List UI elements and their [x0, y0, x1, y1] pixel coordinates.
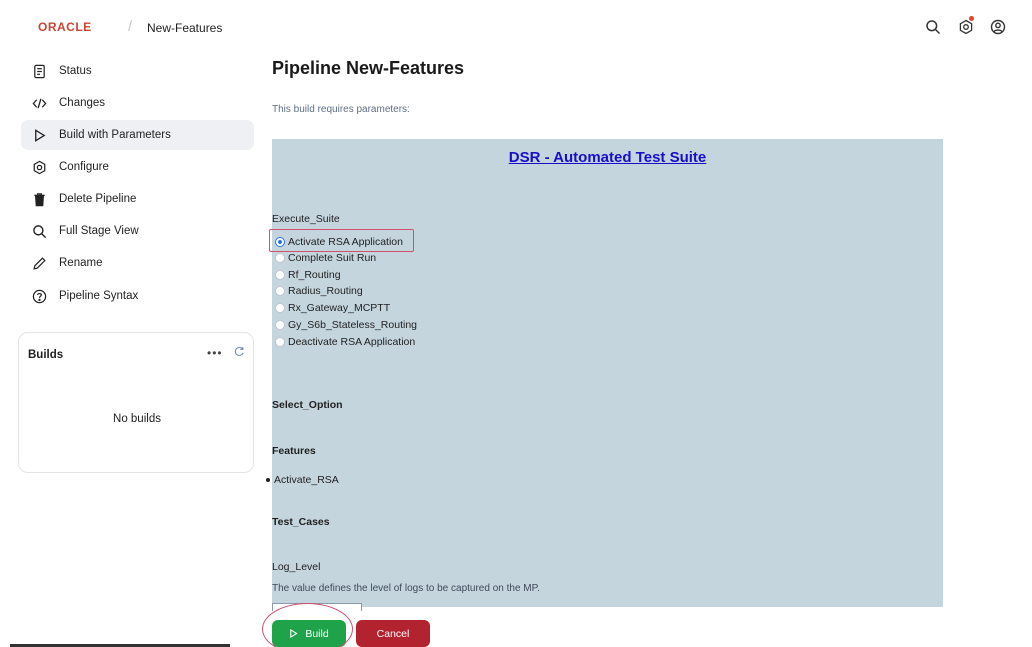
pencil-icon [31, 255, 47, 271]
sidebar-item-status[interactable]: Status [21, 56, 254, 86]
trash-icon [31, 191, 47, 207]
sidebar-item-label: Rename [59, 257, 103, 269]
annotation-highlight-box [269, 229, 414, 252]
radio-label: Gy_S6b_Stateless_Routing [288, 318, 417, 331]
play-icon [31, 127, 47, 143]
breadcrumb-separator: / [128, 18, 133, 35]
radio-button[interactable] [275, 285, 285, 296]
sidebar-item-changes[interactable]: Changes [21, 88, 254, 118]
radio-button[interactable] [275, 252, 285, 263]
sidebar-item-label: Status [59, 65, 92, 77]
log-level-label: Log_Level [272, 561, 321, 573]
sidebar-item-full-stage-view[interactable]: Full Stage View [21, 216, 254, 246]
parameters-panel: DSR - Automated Test Suite Execute_Suite… [266, 139, 943, 611]
settings-icon[interactable] [957, 16, 975, 36]
no-builds-message: No builds [113, 413, 161, 425]
radio-label: Radius_Routing [288, 284, 363, 297]
oracle-logo[interactable]: ORACLE [38, 20, 92, 34]
more-options-icon[interactable]: ••• [207, 346, 223, 360]
radio-option-complete-suit-run[interactable]: Complete Suit Run [275, 251, 376, 264]
requires-parameters-text: This build requires parameters: [272, 104, 410, 115]
radio-option-gy-s6b-stateless-routing[interactable]: Gy_S6b_Stateless_Routing [275, 318, 417, 331]
sidebar-item-configure[interactable]: Configure [21, 152, 254, 182]
annotation-circle [262, 603, 353, 647]
select-option-label: Select_Option [272, 399, 343, 411]
radio-button[interactable] [275, 269, 285, 280]
radio-option-rf-routing[interactable]: Rf_Routing [275, 268, 341, 281]
sidebar-item-label: Build with Parameters [59, 129, 171, 141]
builds-title: Builds [28, 349, 64, 361]
feature-item-label: Activate_RSA [274, 474, 339, 486]
search-icon [31, 223, 47, 239]
radio-button[interactable] [275, 302, 285, 313]
suite-title-link[interactable]: DSR - Automated Test Suite [272, 149, 943, 166]
radio-option-radius-routing[interactable]: Radius_Routing [275, 284, 363, 297]
log-level-description: The value defines the level of logs to b… [272, 583, 540, 594]
page-title: Pipeline New-Features [272, 58, 465, 78]
test-cases-label: Test_Cases [272, 516, 330, 528]
radio-label: Rx_Gateway_MCPTT [288, 301, 391, 314]
sidebar-item-delete-pipeline[interactable]: Delete Pipeline [21, 184, 254, 214]
radio-label: Rf_Routing [288, 268, 341, 281]
radio-option-rx-gateway-mcptt[interactable]: Rx_Gateway_MCPTT [275, 301, 390, 314]
features-label: Features [272, 445, 316, 457]
bullet-icon [266, 478, 270, 483]
sidebar-item-rename[interactable]: Rename [21, 248, 254, 278]
cancel-button[interactable]: Cancel [356, 620, 430, 647]
sidebar-item-label: Configure [59, 161, 109, 173]
breadcrumb-pipeline[interactable]: New-Features [147, 21, 222, 35]
radio-button[interactable] [275, 319, 285, 330]
radio-label: Deactivate RSA Application [288, 335, 416, 348]
sidebar-item-label: Full Stage View [59, 225, 139, 237]
refresh-icon[interactable] [233, 346, 245, 358]
sidebar-item-label: Changes [59, 97, 106, 109]
builds-card: Builds ••• No builds [18, 332, 254, 473]
cancel-button-label: Cancel [376, 627, 410, 640]
gear-icon [31, 159, 47, 175]
sidebar-item-pipeline-syntax[interactable]: Pipeline Syntax [21, 281, 254, 311]
radio-label: Complete Suit Run [288, 251, 377, 264]
sidebar-item-label: Delete Pipeline [59, 193, 137, 205]
sidebar-item-label: Pipeline Syntax [59, 290, 139, 302]
user-icon[interactable] [989, 18, 1007, 36]
notification-dot [969, 16, 974, 21]
help-icon [31, 288, 47, 304]
feature-list-item: Activate_RSA [266, 474, 339, 486]
radio-option-deactivate-rsa[interactable]: Deactivate RSA Application [275, 335, 415, 348]
code-icon [31, 95, 47, 111]
execute-suite-label: Execute_Suite [272, 213, 340, 225]
sidebar-item-build-with-parameters[interactable]: Build with Parameters [21, 120, 254, 150]
top-header: ORACLE / New-Features [0, 0, 1032, 54]
radio-button[interactable] [275, 336, 285, 347]
document-icon [31, 63, 47, 79]
search-icon[interactable] [924, 18, 942, 36]
